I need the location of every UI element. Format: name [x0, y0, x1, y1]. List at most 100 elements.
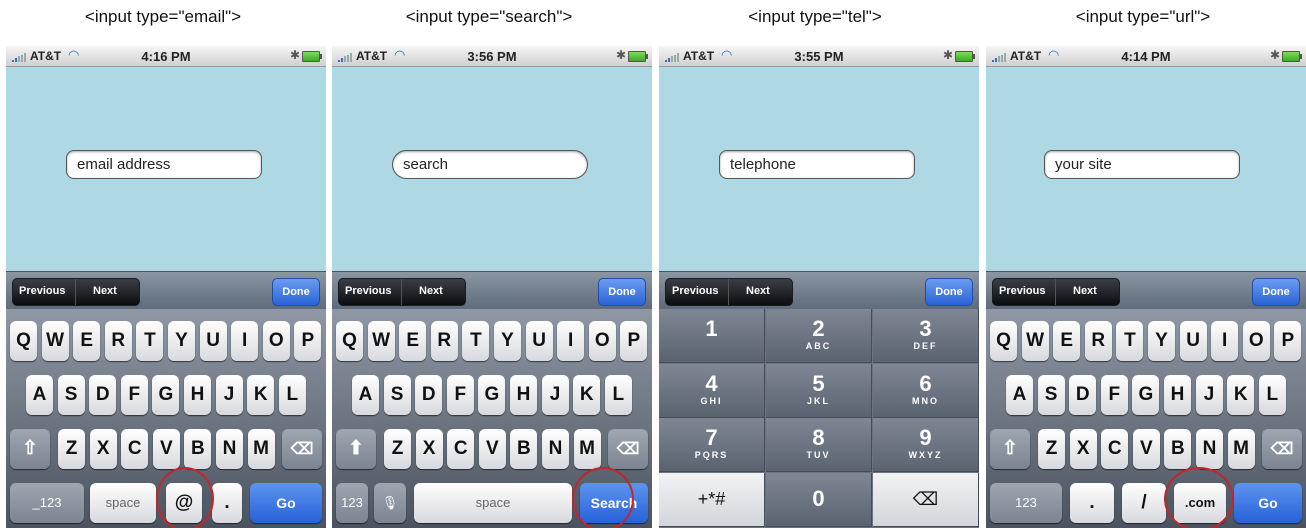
space-key[interactable]: space — [90, 483, 156, 523]
dictation-key[interactable]: 🎙 — [374, 483, 406, 523]
key-o[interactable]: O — [588, 321, 616, 361]
done-button[interactable]: Done — [1252, 278, 1300, 306]
key-k[interactable]: K — [247, 375, 275, 415]
delete-key[interactable]: ⌫ — [873, 472, 979, 527]
space-key[interactable]: space — [414, 483, 572, 523]
key-c[interactable]: C — [447, 429, 475, 469]
key-t[interactable]: T — [136, 321, 164, 361]
key-p[interactable]: P — [620, 321, 648, 361]
delete-key[interactable]: ⌫ — [282, 429, 322, 469]
previous-button[interactable]: Previous — [672, 285, 718, 297]
key-1[interactable]: 1 — [659, 309, 765, 363]
key-y[interactable]: Y — [168, 321, 195, 361]
text-input-field[interactable] — [66, 150, 262, 179]
period-key[interactable]: . — [212, 483, 242, 523]
key-b[interactable]: B — [184, 429, 212, 469]
text-input-field[interactable] — [1044, 150, 1240, 179]
key-h[interactable]: H — [1164, 375, 1191, 415]
key-a[interactable]: A — [1006, 375, 1033, 415]
shift-key[interactable]: ⬆ — [336, 429, 376, 469]
key-v[interactable]: V — [1132, 429, 1160, 469]
key-r[interactable]: R — [1084, 321, 1112, 361]
key-i[interactable]: I — [231, 321, 259, 361]
key-i[interactable]: I — [557, 321, 585, 361]
key-w[interactable]: W — [367, 321, 395, 361]
key-m[interactable]: M — [573, 429, 601, 469]
key-d[interactable]: D — [89, 375, 117, 415]
key-a[interactable]: A — [26, 375, 53, 415]
key-c[interactable]: C — [1101, 429, 1129, 469]
delete-key[interactable]: ⌫ — [1262, 429, 1302, 469]
next-button[interactable]: Next — [93, 285, 117, 297]
key-p[interactable]: P — [294, 321, 322, 361]
key-g[interactable]: G — [1132, 375, 1160, 415]
go-key[interactable]: Go — [1234, 483, 1302, 523]
key-h[interactable]: H — [510, 375, 537, 415]
key-2[interactable]: 2 ABC — [766, 309, 872, 363]
key-s[interactable]: S — [1037, 375, 1065, 415]
key-z[interactable]: Z — [1038, 429, 1065, 469]
key-0[interactable]: 0 — [766, 472, 872, 527]
numbers-key[interactable]: _123 — [10, 483, 84, 523]
key-o[interactable]: O — [262, 321, 290, 361]
numbers-key[interactable]: 123 — [990, 483, 1062, 523]
go-key[interactable]: Go — [250, 483, 322, 523]
key-b[interactable]: B — [510, 429, 538, 469]
key-l[interactable]: L — [1258, 375, 1286, 415]
period-key[interactable]: . — [1070, 483, 1114, 523]
key-t[interactable]: T — [462, 321, 490, 361]
key-u[interactable]: U — [199, 321, 227, 361]
key-7[interactable]: 7 PQRS — [659, 418, 765, 472]
key-c[interactable]: C — [121, 429, 149, 469]
key-4[interactable]: 4 GHI — [659, 363, 765, 418]
key-i[interactable]: I — [1211, 321, 1239, 361]
key-x[interactable]: X — [415, 429, 443, 469]
text-input-field[interactable] — [719, 150, 915, 179]
key-m[interactable]: M — [247, 429, 275, 469]
key-n[interactable]: N — [1196, 429, 1223, 469]
key-6[interactable]: 6 MNO — [873, 363, 979, 418]
key-e[interactable]: E — [1053, 321, 1081, 361]
key-q[interactable]: Q — [336, 321, 363, 361]
key-8[interactable]: 8 TUV — [766, 418, 872, 472]
key-u[interactable]: U — [1179, 321, 1207, 361]
previous-button[interactable]: Previous — [999, 285, 1045, 297]
key-r[interactable]: R — [104, 321, 132, 361]
key-g[interactable]: G — [478, 375, 506, 415]
key-e[interactable]: E — [73, 321, 101, 361]
key-n[interactable]: N — [216, 429, 243, 469]
key-v[interactable]: V — [478, 429, 506, 469]
key-l[interactable]: L — [278, 375, 306, 415]
key-9[interactable]: 9 WXYZ — [873, 418, 979, 472]
text-input-field[interactable] — [392, 150, 588, 179]
key-r[interactable]: R — [430, 321, 458, 361]
previous-button[interactable]: Previous — [19, 285, 65, 297]
previous-button[interactable]: Previous — [345, 285, 391, 297]
key-n[interactable]: N — [542, 429, 569, 469]
key-a[interactable]: A — [352, 375, 379, 415]
key-e[interactable]: E — [399, 321, 427, 361]
numbers-key[interactable]: 123 — [336, 483, 368, 523]
key-m[interactable]: M — [1227, 429, 1255, 469]
key-3[interactable]: 3 DEF — [873, 309, 979, 363]
key-f[interactable]: F — [446, 375, 474, 415]
key-x[interactable]: X — [1069, 429, 1097, 469]
symbols-key[interactable]: +*# — [659, 472, 765, 527]
key-f[interactable]: F — [1100, 375, 1128, 415]
key-u[interactable]: U — [525, 321, 553, 361]
key-p[interactable]: P — [1274, 321, 1302, 361]
key-k[interactable]: K — [573, 375, 601, 415]
key-y[interactable]: Y — [494, 321, 521, 361]
key-d[interactable]: D — [1069, 375, 1097, 415]
key-s[interactable]: S — [57, 375, 85, 415]
key-v[interactable]: V — [152, 429, 180, 469]
key-w[interactable]: W — [1021, 321, 1049, 361]
delete-key[interactable]: ⌫ — [608, 429, 648, 469]
key-q[interactable]: Q — [990, 321, 1017, 361]
key-d[interactable]: D — [415, 375, 443, 415]
next-button[interactable]: Next — [419, 285, 443, 297]
key-z[interactable]: Z — [384, 429, 411, 469]
key-o[interactable]: O — [1242, 321, 1270, 361]
key-j[interactable]: J — [1195, 375, 1223, 415]
key-z[interactable]: Z — [58, 429, 85, 469]
